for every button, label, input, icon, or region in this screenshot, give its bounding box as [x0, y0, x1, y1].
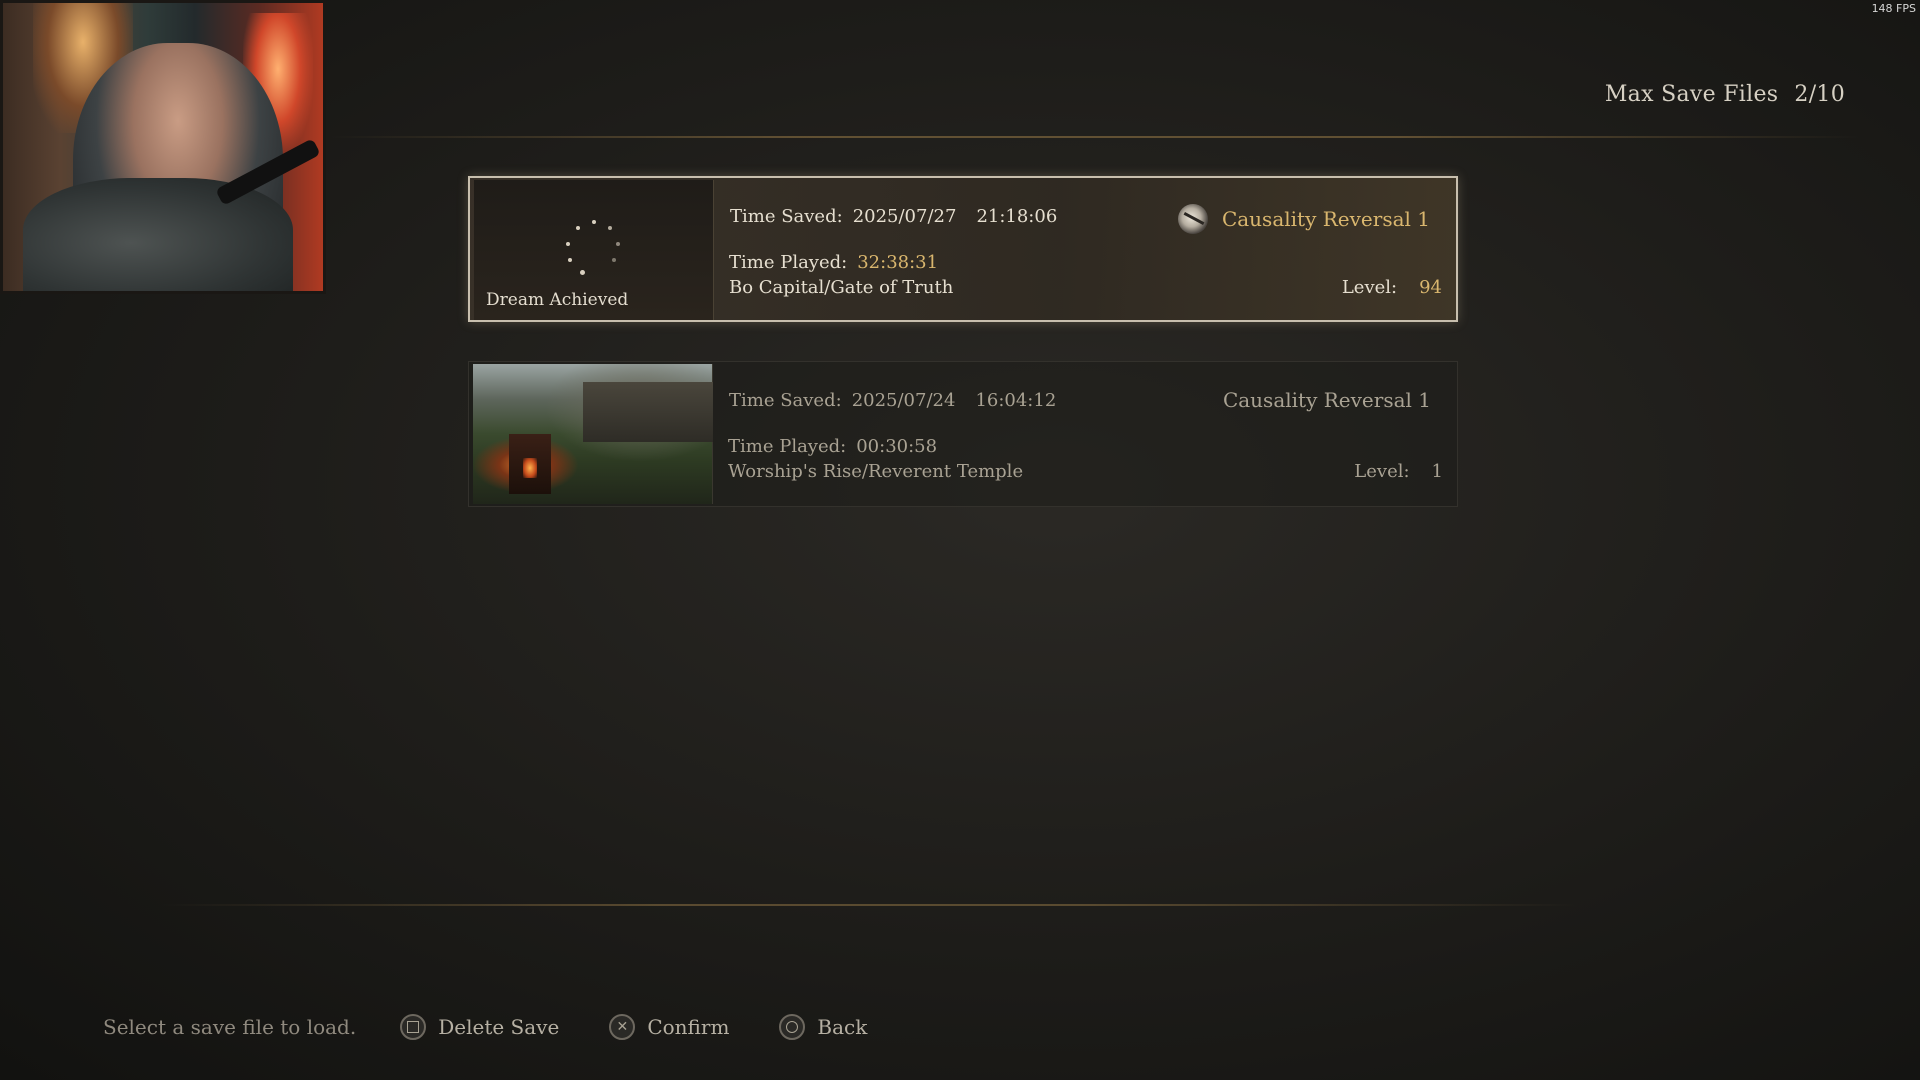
- difficulty-label: Causality Reversal 1: [1222, 388, 1431, 412]
- save-thumbnail: [473, 364, 713, 504]
- save-location: Bo Capital/Gate of Truth: [729, 277, 954, 298]
- max-save-count: 2/10: [1794, 82, 1845, 107]
- loading-spinner-icon: [564, 220, 624, 280]
- difficulty-label: Causality Reversal 1: [1221, 207, 1430, 231]
- back-button[interactable]: Back: [779, 1014, 867, 1040]
- footer-controls: Select a save file to load. Delete Save …: [103, 1014, 917, 1040]
- player-level: Level: 1: [1354, 461, 1443, 482]
- difficulty-emblem-icon: [1177, 204, 1208, 234]
- save-time: 21:18:06: [976, 206, 1058, 227]
- save-slot-2[interactable]: Time Saved: 2025/07/24 16:04:12 Time Playe…: [468, 361, 1458, 507]
- fps-counter: 148 FPS: [1871, 2, 1916, 15]
- save-location: Worship's Rise/Reverent Temple: [728, 461, 1024, 482]
- square-button-icon: [400, 1014, 427, 1040]
- level-value: 94: [1419, 277, 1442, 298]
- time-saved: Time Saved: 2025/07/24 16:04:12: [729, 390, 1057, 411]
- save-thumbnail: Dream Achieved: [474, 180, 714, 320]
- level-value: 1: [1431, 461, 1443, 482]
- webcam-overlay: [0, 0, 326, 294]
- difficulty: Causality Reversal 1: [1223, 388, 1431, 412]
- cross-button-icon: ✕: [609, 1014, 636, 1040]
- dream-achieved-label: Dream Achieved: [486, 290, 629, 310]
- max-save-files: Max Save Files 2/10: [1605, 82, 1845, 107]
- save-slot-1[interactable]: Dream Achieved Time Saved: 2025/07/27 21:1…: [468, 176, 1458, 322]
- footer-divider: [160, 904, 1580, 906]
- time-played: Time Played: 32:38:31: [729, 252, 939, 273]
- save-date: 2025/07/24: [851, 390, 956, 411]
- max-save-label: Max Save Files: [1604, 82, 1779, 107]
- time-saved: Time Saved: 2025/07/27 21:18:06: [730, 206, 1058, 227]
- time-played: Time Played: 00:30:58: [728, 436, 938, 457]
- difficulty: Causality Reversal 1: [1177, 204, 1430, 234]
- save-date: 2025/07/27: [852, 206, 957, 227]
- header-divider: [330, 136, 1860, 138]
- circle-button-icon: [779, 1014, 806, 1040]
- time-played-value: 00:30:58: [856, 436, 938, 457]
- save-time: 16:04:12: [975, 390, 1057, 411]
- time-played-value: 32:38:31: [857, 252, 939, 273]
- confirm-button[interactable]: ✕ Confirm: [609, 1014, 729, 1040]
- footer-hint: Select a save file to load.: [103, 1015, 357, 1039]
- player-level: Level: 94: [1341, 277, 1442, 298]
- delete-save-button[interactable]: Delete Save: [400, 1014, 559, 1040]
